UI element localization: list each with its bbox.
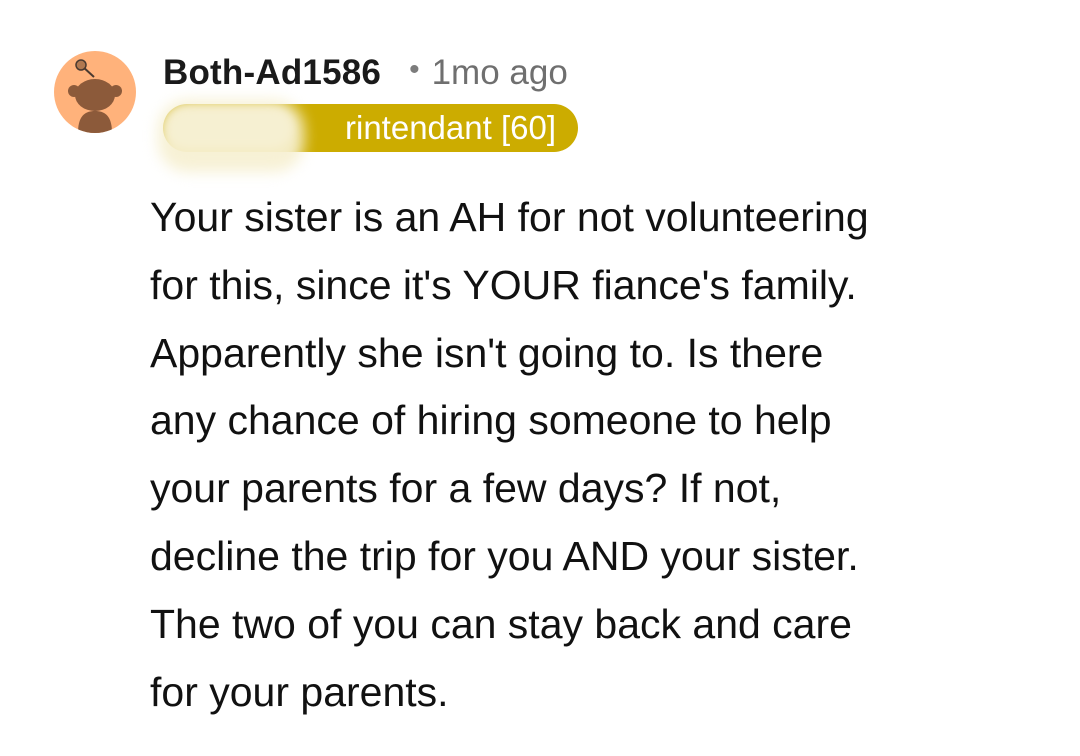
- comment: Both-Ad1586 • 1mo ago rintendant [60] Yo…: [0, 0, 1080, 756]
- user-flair-text: rintendant [60]: [345, 109, 556, 146]
- comment-header: Both-Ad1586 • 1mo ago: [163, 50, 568, 96]
- redaction-blur: [158, 100, 304, 172]
- reddit-snoo-avatar-icon: [68, 59, 122, 133]
- comment-body: Your sister is an AH for not volunteerin…: [150, 194, 869, 715]
- timestamp: 1mo ago: [431, 53, 568, 92]
- username[interactable]: Both-Ad1586: [163, 53, 381, 93]
- separator-dot: •: [409, 53, 420, 86]
- avatar[interactable]: [54, 51, 136, 133]
